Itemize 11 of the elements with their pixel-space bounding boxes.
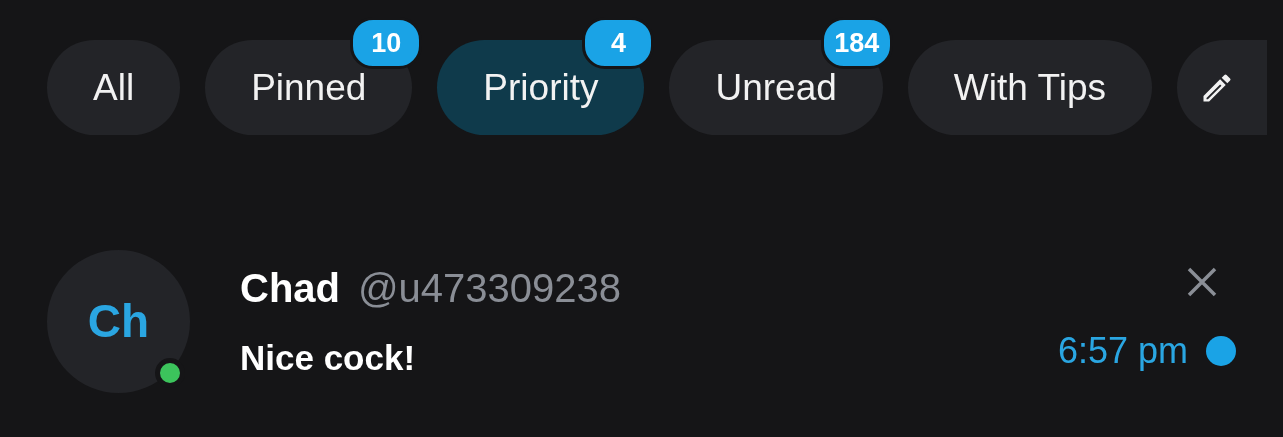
close-icon: [1186, 265, 1218, 298]
message-time: 6:57 pm: [1057, 328, 1188, 373]
contact-name: Chad: [240, 265, 340, 313]
avatar-initials: Ch: [87, 294, 150, 349]
filter-tab[interactable]: All: [47, 40, 181, 135]
filter-tab[interactable]: With Tips: [907, 40, 1152, 135]
username: @u473309238: [358, 265, 622, 313]
count-badge: 184: [820, 17, 893, 69]
close-button[interactable]: [1186, 265, 1218, 298]
message-preview: Nice cock!: [240, 337, 417, 380]
edit-button[interactable]: [1176, 40, 1267, 135]
